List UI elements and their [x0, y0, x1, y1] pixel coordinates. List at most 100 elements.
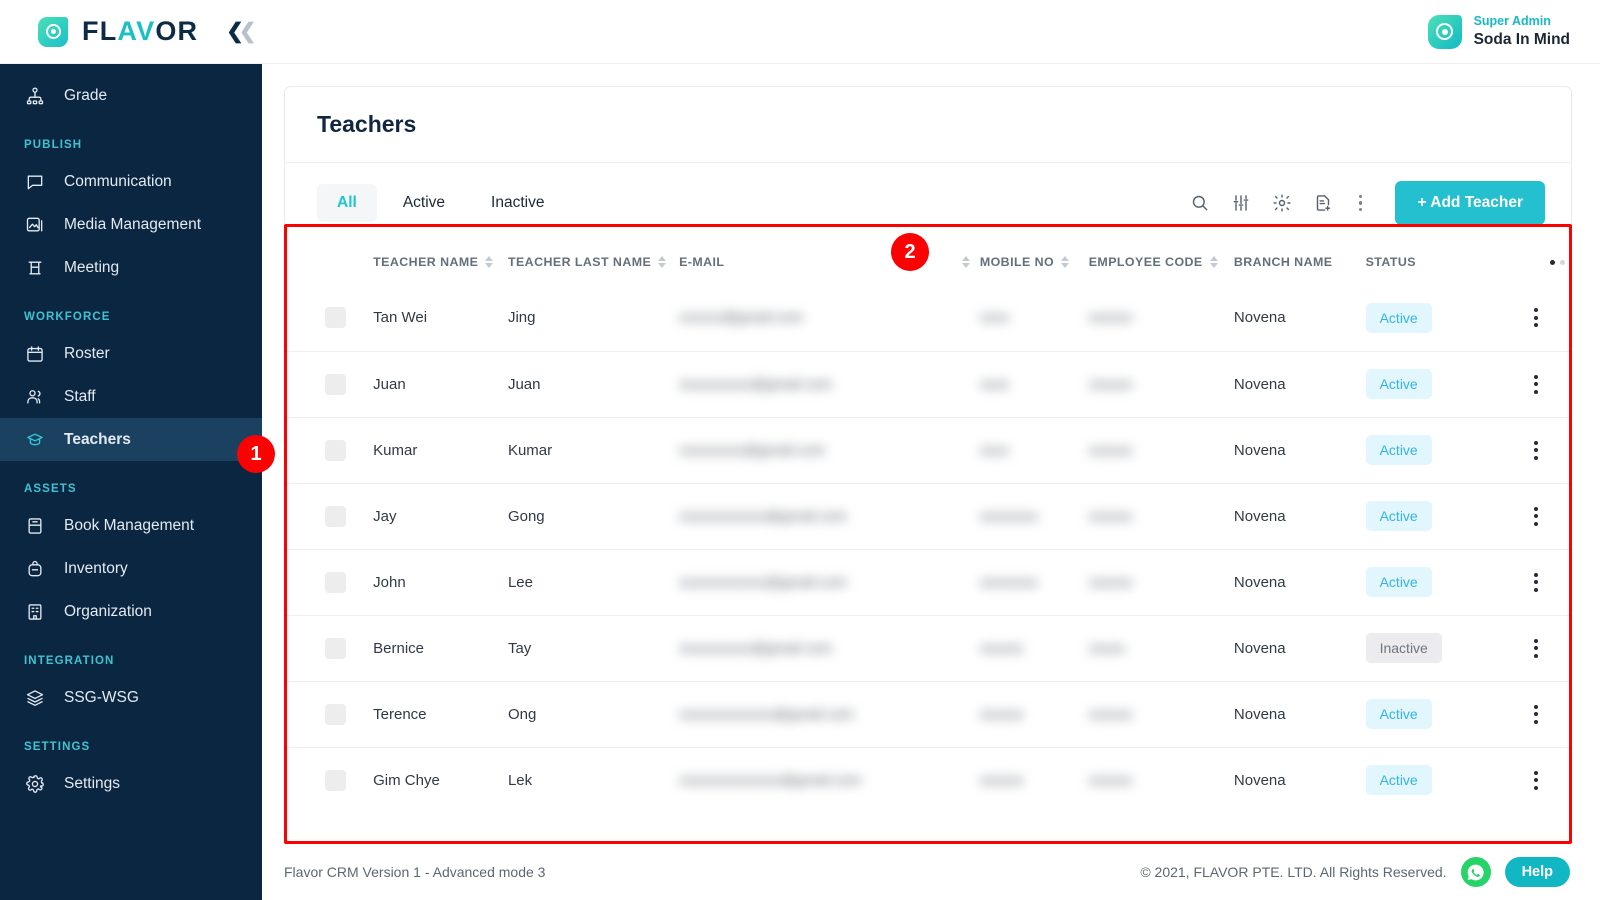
cell-checkbox — [285, 351, 373, 417]
table-row[interactable]: Jay Gong xxxxxxxxxxxx@gmail.com xxxxxxxx xxx… — [285, 483, 1571, 549]
table-row[interactable]: Juan Juan xxxxxxxxxx@gmail.com xxxx xxxxxx No… — [285, 351, 1571, 417]
th-email[interactable]: E-MAIL — [679, 241, 980, 285]
sidebar-item-label: SSG-WSG — [64, 688, 139, 706]
document-add-icon[interactable] — [1312, 192, 1334, 214]
cell-mobile-no: xxxxxxxx — [980, 483, 1089, 549]
sort-icon[interactable] — [961, 256, 970, 268]
status-badge: Active — [1365, 567, 1432, 597]
table-row[interactable]: Terence Ong xxxxxxxxxxxxx@gmail.com xxxxxx x… — [285, 681, 1571, 747]
sort-icon[interactable] — [658, 256, 667, 268]
sidebar-item-meeting[interactable]: Meeting — [0, 246, 262, 289]
row-checkbox[interactable] — [325, 505, 346, 527]
row-menu-icon[interactable] — [1500, 506, 1571, 526]
chat-icon — [24, 171, 46, 193]
sidebar-item-label: Meeting — [64, 258, 120, 276]
row-menu-icon[interactable] — [1500, 704, 1571, 724]
sidebar-item-organization[interactable]: Organization — [0, 590, 262, 633]
main-content: Teachers All Active Inactive + Add Teach… — [262, 64, 1600, 900]
sort-icon[interactable] — [1061, 256, 1070, 268]
cell-branch-name: Novena — [1233, 309, 1286, 327]
sidebar-item-grade[interactable]: Grade — [0, 74, 262, 117]
row-menu-icon[interactable] — [1500, 308, 1571, 328]
cell-status: Active — [1365, 351, 1501, 417]
sidebar-section-assets: ASSETS — [24, 483, 77, 495]
sidebar-item-teachers[interactable]: Teachers — [0, 418, 262, 461]
book-icon — [24, 515, 46, 537]
sidebar-item-media-management[interactable]: Media Management — [0, 203, 262, 246]
teachers-table: TEACHER NAME TEACHER LAST NAME E-MAIL MO… — [285, 241, 1571, 843]
cell-teacher-last-name: Lee — [507, 573, 533, 591]
redacted-mobile: xxxx — [979, 442, 1009, 459]
th-label: TEACHER NAME — [373, 255, 479, 269]
status-badge: Inactive — [1365, 633, 1442, 663]
sort-icon[interactable] — [1209, 256, 1218, 268]
th-teacher-name[interactable]: TEACHER NAME — [373, 241, 508, 285]
sidebar-item-staff[interactable]: Staff — [0, 375, 262, 418]
th-status: STATUS — [1366, 241, 1501, 285]
row-checkbox[interactable] — [325, 703, 346, 725]
column-toggle-indicator[interactable] — [1500, 259, 1571, 265]
table-row[interactable]: John Lee xxxxxxxxxxxx@gmail.com xxxxxxxx xxx… — [285, 549, 1571, 615]
table-row[interactable]: Gim Chye Lek xxxxxxxxxxxxxx@gmail.com xxxxx… — [285, 747, 1571, 813]
sidebar-item-inventory[interactable]: Inventory — [0, 547, 262, 590]
table-row[interactable]: Bernice Tay xxxxxxxxxx@gmail.com xxxxxx xxxx… — [285, 615, 1571, 681]
backpack-icon — [24, 558, 46, 580]
toolbar-actions: + Add Teacher — [1189, 181, 1545, 225]
row-menu-icon[interactable] — [1500, 638, 1571, 658]
filter-sliders-icon[interactable] — [1230, 192, 1252, 214]
row-checkbox[interactable] — [325, 307, 346, 329]
gear-icon[interactable] — [1271, 192, 1293, 214]
row-menu-icon[interactable] — [1500, 440, 1571, 460]
cell-teacher-last-name: Jing — [507, 309, 536, 327]
cell-checkbox — [285, 747, 373, 813]
tab-active[interactable]: Active — [383, 184, 465, 222]
sidebar-collapse-button[interactable]: ❮ ❮ — [226, 21, 256, 42]
sidebar-item-label: Grade — [64, 86, 108, 104]
cell-branch-name: Novena — [1233, 639, 1286, 657]
row-checkbox[interactable] — [325, 373, 346, 395]
cell-teacher-name: John — [373, 573, 406, 591]
cell-actions — [1500, 747, 1571, 813]
cell-teacher-last-name: Lek — [507, 771, 533, 789]
help-button[interactable]: Help — [1504, 857, 1570, 887]
sidebar-item-communication[interactable]: Communication — [0, 160, 262, 203]
tab-inactive[interactable]: Inactive — [471, 184, 564, 222]
th-teacher-last-name[interactable]: TEACHER LAST NAME — [508, 241, 679, 285]
tab-all[interactable]: All — [317, 184, 377, 222]
sidebar-item-roster[interactable]: Roster — [0, 332, 262, 375]
cell-actions — [1500, 615, 1571, 681]
table-row[interactable]: Tan Wei Jing xxxxxx@gmail.com xxxx xxxxxx Nov… — [285, 285, 1571, 351]
cell-employee-code: xxxxxx — [1089, 417, 1234, 483]
row-checkbox[interactable] — [325, 439, 346, 461]
sidebar-item-label: Staff — [64, 387, 96, 405]
sidebar-item-ssg-wsg[interactable]: SSG-WSG — [0, 676, 262, 719]
row-menu-icon[interactable] — [1500, 572, 1571, 592]
th-label: E-MAIL — [679, 255, 725, 269]
cell-teacher-last-name: Gong — [507, 507, 545, 525]
user-menu[interactable]: Super Admin Soda In Mind — [1427, 14, 1600, 49]
image-icon — [24, 214, 46, 236]
th-mobile-no[interactable]: MOBILE NO — [980, 241, 1089, 285]
status-badge: Active — [1365, 369, 1432, 399]
kebab-menu-icon[interactable] — [1353, 194, 1368, 212]
row-checkbox[interactable] — [325, 769, 346, 791]
row-checkbox[interactable] — [325, 637, 346, 659]
cell-mobile-no: xxxxxx — [980, 681, 1089, 747]
row-menu-icon[interactable] — [1500, 374, 1571, 394]
th-employee-code[interactable]: EMPLOYEE CODE — [1089, 241, 1234, 285]
add-teacher-button[interactable]: + Add Teacher — [1395, 181, 1545, 225]
whatsapp-icon[interactable] — [1460, 857, 1491, 887]
cell-teacher-name: Juan — [373, 375, 406, 393]
cell-actions — [1500, 681, 1571, 747]
row-checkbox[interactable] — [325, 571, 346, 593]
cell-employee-code: xxxxxx — [1089, 747, 1234, 813]
sidebar-item-book-management[interactable]: Book Management — [0, 504, 262, 547]
redacted-mobile: xxxxxxxx — [979, 508, 1038, 525]
row-menu-icon[interactable] — [1500, 770, 1571, 790]
redacted-email: xxxxxxxxxx@gmail.com — [679, 640, 833, 657]
sidebar-item-settings[interactable]: Settings — [0, 762, 262, 805]
table-row[interactable]: Kumar Kumar xxxxxxxxx@gmail.com xxxx xxxxxx N… — [285, 417, 1571, 483]
search-icon[interactable] — [1189, 192, 1211, 214]
avatar — [1427, 14, 1462, 49]
sort-icon[interactable] — [485, 256, 494, 268]
